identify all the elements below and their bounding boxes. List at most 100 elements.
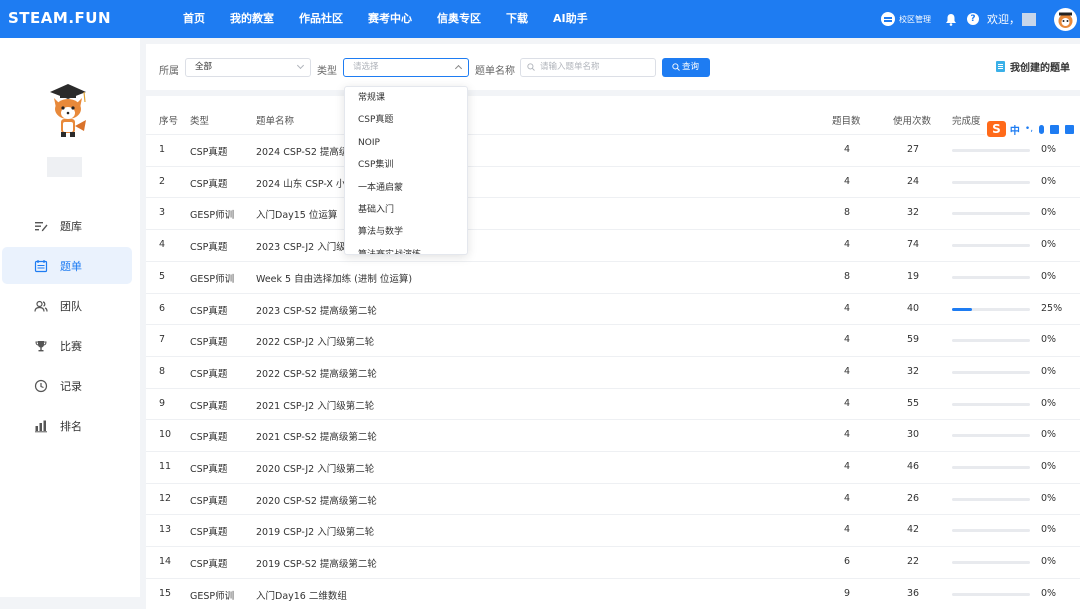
sidebar-item-problem-list[interactable]: 题单 xyxy=(2,247,132,284)
sidebar: 题库 题单 团队 比赛 记录 排名 xyxy=(0,38,140,597)
type-option[interactable]: 一本通启蒙 xyxy=(345,177,467,199)
completion-progress-bar xyxy=(952,497,1030,501)
cell-name: 入门Day16 二维数组 xyxy=(256,590,347,602)
table-row[interactable]: 12 CSP真题 2020 CSP-S2 提高级第二轮 4 26 0% xyxy=(146,482,1080,515)
sogou-ime-logo-icon[interactable]: S xyxy=(987,121,1006,137)
cell-type: CSP真题 xyxy=(190,432,228,444)
nav-exam-center[interactable]: 赛考中心 xyxy=(368,0,412,38)
completion-percent: 0% xyxy=(1041,397,1057,409)
cell-count: 4 xyxy=(844,239,851,251)
cell-type: CSP真题 xyxy=(190,242,228,254)
nav-ai-assistant[interactable]: AI助手 xyxy=(553,0,588,38)
team-icon xyxy=(34,300,48,312)
my-created-lists-link[interactable]: 我创建的题单 xyxy=(996,59,1070,74)
nav-download[interactable]: 下载 xyxy=(506,0,528,38)
sidebar-item-contest[interactable]: 比赛 xyxy=(2,327,132,364)
cell-count: 4 xyxy=(844,429,851,441)
cell-count: 9 xyxy=(844,587,851,599)
completion-progress-bar xyxy=(952,529,1030,533)
nav-olympiad-zone[interactable]: 信奥专区 xyxy=(437,0,481,38)
ime-chinese-mode[interactable]: 中 xyxy=(1010,122,1020,137)
cell-index: 4 xyxy=(159,239,166,251)
nav-my-classroom[interactable]: 我的教室 xyxy=(230,0,274,38)
trophy-icon xyxy=(35,340,47,351)
microphone-icon[interactable] xyxy=(1039,124,1045,134)
table-row[interactable]: 4 CSP真题 2023 CSP-J2 入门级第二轮 4 74 0% xyxy=(146,229,1080,261)
completion-percent: 0% xyxy=(1041,175,1057,187)
cell-type: CSP真题 xyxy=(190,400,228,412)
bar-chart-icon xyxy=(35,420,47,432)
table-row[interactable]: 1 CSP真题 2024 CSP-S2 提高级第二轮 4 27 0% xyxy=(146,134,1080,166)
type-option[interactable]: 基础入门 xyxy=(345,199,467,221)
cell-count: 4 xyxy=(844,175,851,187)
shirt-icon[interactable] xyxy=(1065,124,1075,134)
completion-percent: 0% xyxy=(1041,334,1057,346)
col-uses: 使用次数 xyxy=(893,116,932,127)
help-icon[interactable]: ? xyxy=(967,13,979,25)
completion-progress-bar xyxy=(952,275,1030,279)
table-row[interactable]: 3 GESP师训 入门Day15 位运算 8 32 0% xyxy=(146,197,1080,230)
edit-list-icon xyxy=(35,221,48,231)
campus-manage-icon[interactable] xyxy=(881,12,895,26)
chevron-up-icon xyxy=(454,64,463,73)
name-search-input[interactable]: 请输入题单名称 xyxy=(520,58,656,77)
site-logo[interactable]: STEAM.FUN xyxy=(8,9,111,27)
completion-percent: 0% xyxy=(1041,492,1057,504)
type-option[interactable]: 算法赛实战演练 xyxy=(345,244,467,254)
cell-index: 2 xyxy=(159,175,166,187)
type-option[interactable]: CSP集训 xyxy=(345,154,467,176)
sidebar-item-problem-bank[interactable]: 题库 xyxy=(2,207,132,244)
completion-percent: 0% xyxy=(1041,144,1057,155)
bell-icon[interactable] xyxy=(945,13,957,26)
user-avatar[interactable] xyxy=(1054,7,1077,31)
type-option[interactable]: 常规课 xyxy=(345,87,467,109)
sidebar-item-team[interactable]: 团队 xyxy=(2,287,132,324)
table-row[interactable]: 10 CSP真题 2021 CSP-S2 提高级第二轮 4 30 0% xyxy=(146,419,1080,451)
table-row[interactable]: 6 CSP真题 2023 CSP-S2 提高级第二轮 4 40 25% xyxy=(146,292,1080,325)
calendar-icon xyxy=(34,259,48,272)
cell-index: 9 xyxy=(159,397,166,409)
sidebar-item-records[interactable]: 记录 xyxy=(2,367,132,404)
query-button[interactable]: 查询 xyxy=(662,58,710,77)
keyboard-icon[interactable] xyxy=(1050,124,1060,134)
welcome-text: 欢迎， xyxy=(987,13,1020,26)
table-row[interactable]: 8 CSP真题 2022 CSP-S2 提高级第二轮 4 32 0% xyxy=(146,355,1080,388)
cell-index: 6 xyxy=(159,302,166,314)
type-option[interactable]: CSP真题 xyxy=(345,109,467,131)
completion-progress-bar xyxy=(952,339,1030,343)
table-row[interactable]: 2 CSP真题 2024 山东 CSP-X 小学组 4 24 0% xyxy=(146,165,1080,198)
sidebar-username-blurred xyxy=(47,157,82,177)
belong-label: 所属 xyxy=(159,66,179,77)
cell-uses: 32 xyxy=(907,207,920,219)
cell-uses: 26 xyxy=(907,492,920,504)
sidebar-item-label: 记录 xyxy=(60,379,82,393)
ime-toolbar: S 中 •, xyxy=(985,119,1080,139)
type-select[interactable]: 请选择 xyxy=(343,58,469,77)
completion-progress-bar xyxy=(952,402,1030,406)
campus-manage-link[interactable]: 校区管理 xyxy=(899,14,931,25)
cell-uses: 42 xyxy=(907,524,920,536)
table-row[interactable]: 9 CSP真题 2021 CSP-J2 入门级第二轮 4 55 0% xyxy=(146,387,1080,420)
cell-type: CSP真题 xyxy=(190,368,228,380)
sidebar-item-ranking[interactable]: 排名 xyxy=(2,407,132,444)
completion-percent: 0% xyxy=(1041,461,1057,472)
ime-punctuation-icon[interactable]: •, xyxy=(1025,124,1033,134)
chevron-down-icon xyxy=(296,61,305,70)
table-row[interactable]: 14 CSP真题 2019 CSP-S2 提高级第二轮 6 22 0% xyxy=(146,546,1080,578)
type-option[interactable]: 算法与数学 xyxy=(345,221,467,243)
table-row[interactable]: 5 GESP师训 Week 5 自由选择加练 (进制 位运算) 8 19 0% xyxy=(146,260,1080,293)
cell-count: 4 xyxy=(844,492,851,504)
table-row[interactable]: 15 GESP师训 入门Day16 二维数组 9 36 0% xyxy=(146,577,1080,609)
table-row[interactable]: 13 CSP真题 2019 CSP-J2 入门级第二轮 4 42 0% xyxy=(146,514,1080,547)
table-row[interactable]: 11 CSP真题 2020 CSP-J2 入门级第二轮 4 46 0% xyxy=(146,451,1080,483)
cell-count: 6 xyxy=(844,556,851,568)
type-option[interactable]: NOIP xyxy=(345,132,467,154)
nav-works-community[interactable]: 作品社区 xyxy=(299,0,343,38)
nav-home[interactable]: 首页 xyxy=(183,0,205,38)
cell-type: CSP真题 xyxy=(190,337,228,349)
completion-progress-fill xyxy=(952,307,972,311)
completion-progress-bar xyxy=(952,434,1030,438)
table-row[interactable]: 7 CSP真题 2022 CSP-J2 入门级第二轮 4 59 0% xyxy=(146,324,1080,356)
cell-name: 入门Day15 位运算 xyxy=(256,210,338,222)
belong-select[interactable]: 全部 xyxy=(185,58,311,77)
